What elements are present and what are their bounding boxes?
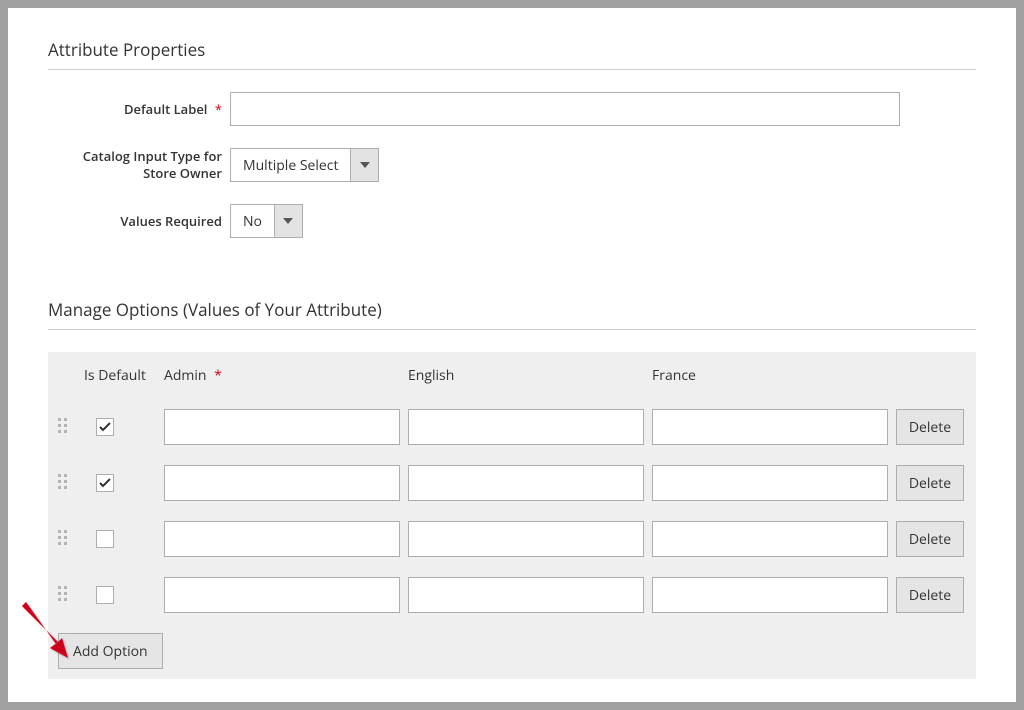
add-option-row: Add Option (48, 623, 976, 679)
english-input[interactable] (408, 409, 644, 445)
option-row: Delete (48, 511, 976, 567)
th-france: France (652, 366, 896, 385)
manage-options-section: Manage Options (Values of Your Attribute… (48, 298, 976, 679)
options-header-row: Is Default Admin * English France (48, 352, 976, 399)
admin-input[interactable] (164, 465, 400, 501)
options-table: Is Default Admin * English France Delete… (48, 352, 976, 679)
add-option-button[interactable]: Add Option (58, 633, 163, 669)
admin-input[interactable] (164, 577, 400, 613)
option-row: Delete (48, 455, 976, 511)
delete-button[interactable]: Delete (896, 521, 964, 557)
drag-handle-icon[interactable] (58, 474, 70, 492)
values-required-select[interactable]: No (230, 204, 303, 238)
admin-input[interactable] (164, 521, 400, 557)
france-input[interactable] (652, 577, 888, 613)
row-catalog-input-type: Catalog Input Type for Store Owner Multi… (48, 148, 976, 182)
english-input[interactable] (408, 521, 644, 557)
is-default-checkbox[interactable] (96, 530, 114, 548)
option-row: Delete (48, 399, 976, 455)
delete-button[interactable]: Delete (896, 409, 964, 445)
select-value: Multiple Select (231, 149, 350, 181)
english-input[interactable] (408, 577, 644, 613)
row-values-required: Values Required No (48, 204, 976, 238)
divider (48, 69, 976, 70)
drag-handle-icon[interactable] (58, 418, 70, 436)
default-label-input[interactable] (230, 92, 900, 126)
admin-input[interactable] (164, 409, 400, 445)
france-input[interactable] (652, 521, 888, 557)
attribute-panel: Attribute Properties Default Label * Cat… (8, 8, 1016, 702)
section-title-manage-options: Manage Options (Values of Your Attribute… (48, 298, 976, 321)
chevron-down-icon[interactable] (350, 149, 378, 181)
label-values-required: Values Required (48, 213, 230, 230)
label-catalog-input-type: Catalog Input Type for Store Owner (48, 148, 230, 182)
drag-handle-icon[interactable] (58, 586, 70, 604)
france-input[interactable] (652, 465, 888, 501)
chevron-down-icon[interactable] (274, 205, 302, 237)
is-default-checkbox[interactable] (96, 474, 114, 492)
delete-button[interactable]: Delete (896, 465, 964, 501)
attribute-properties-section: Attribute Properties Default Label * Cat… (48, 38, 976, 238)
france-input[interactable] (652, 409, 888, 445)
divider (48, 329, 976, 330)
th-admin: Admin * (164, 366, 408, 385)
required-star: * (214, 366, 222, 385)
catalog-input-type-select[interactable]: Multiple Select (230, 148, 379, 182)
section-title-attribute-properties: Attribute Properties (48, 38, 976, 61)
drag-handle-icon[interactable] (58, 530, 70, 548)
required-star: * (215, 100, 222, 118)
is-default-checkbox[interactable] (96, 586, 114, 604)
delete-button[interactable]: Delete (896, 577, 964, 613)
select-value: No (231, 205, 274, 237)
option-row: Delete (48, 567, 976, 623)
label-default-label: Default Label * (48, 101, 230, 118)
row-default-label: Default Label * (48, 92, 976, 126)
is-default-checkbox[interactable] (96, 418, 114, 436)
english-input[interactable] (408, 465, 644, 501)
th-english: English (408, 366, 652, 385)
th-is-default: Is Default (84, 366, 164, 385)
